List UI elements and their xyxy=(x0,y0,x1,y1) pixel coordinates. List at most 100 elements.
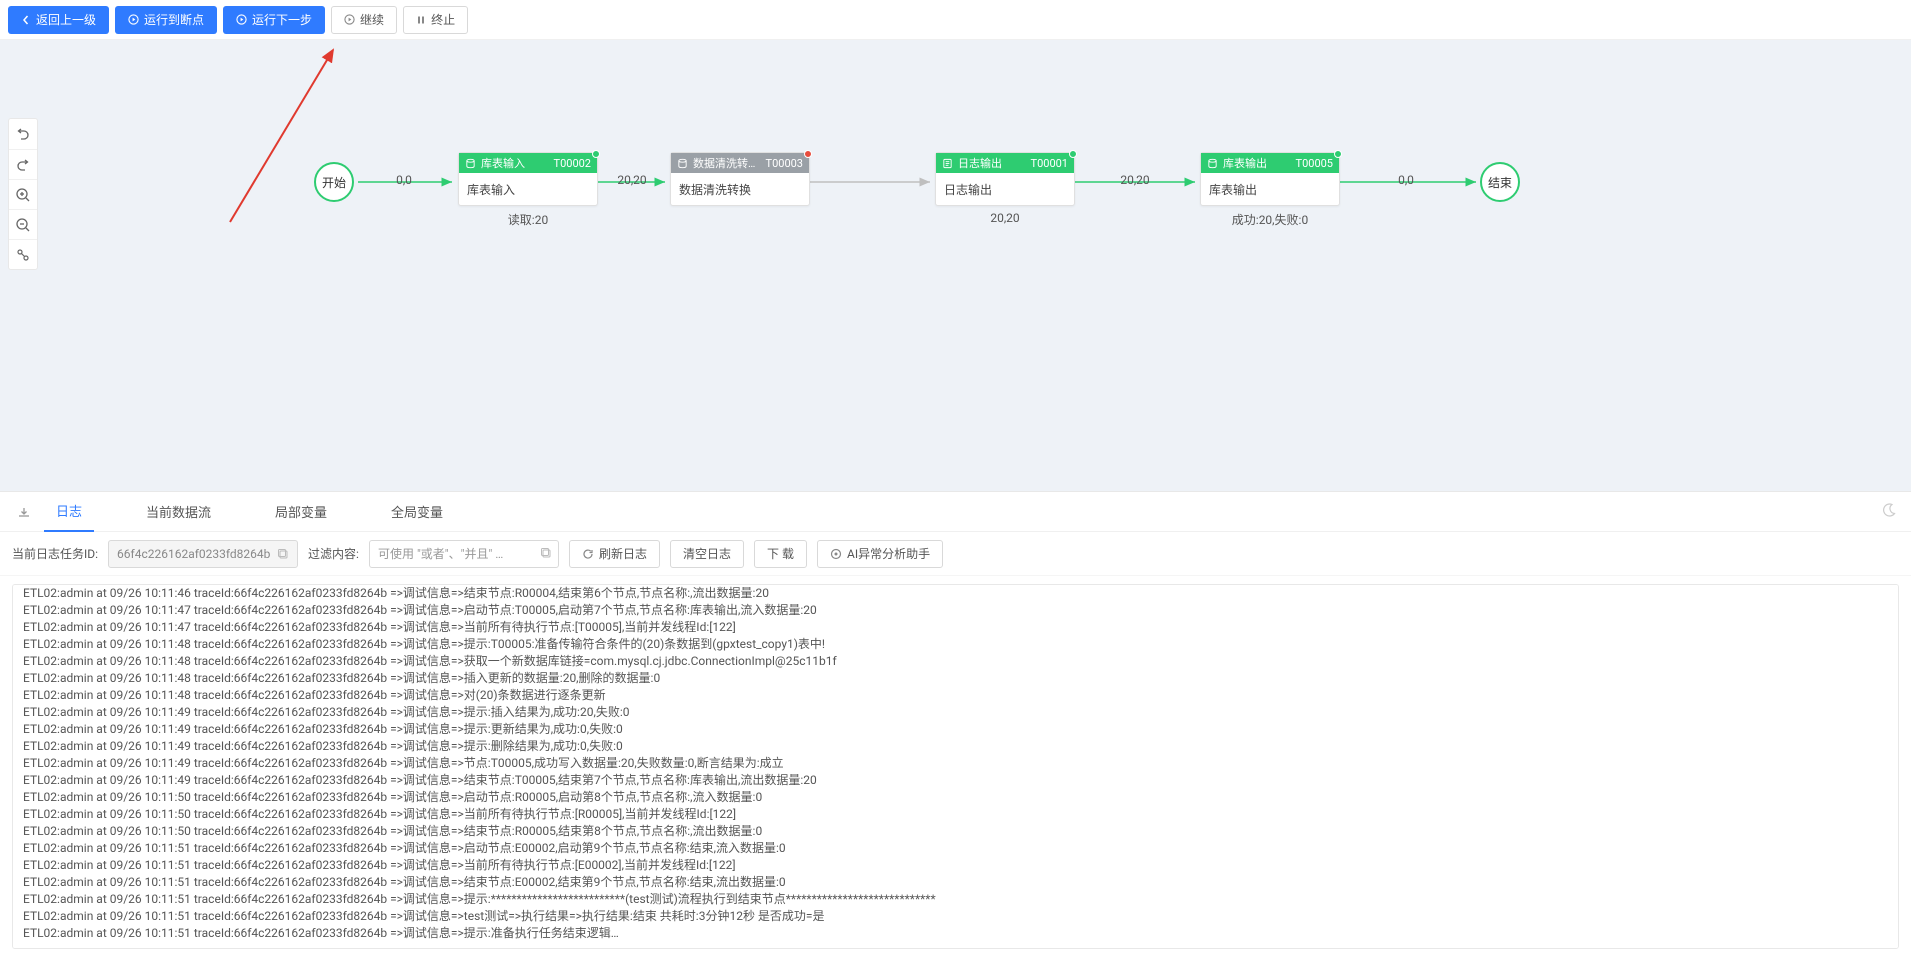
log-line: ETL02:admin at 09/26 10:11:48 traceId:66… xyxy=(23,670,1888,687)
log-line: ETL02:admin at 09/26 10:11:51 traceId:66… xyxy=(23,857,1888,874)
log-line: ETL02:admin at 09/26 10:11:49 traceId:66… xyxy=(23,755,1888,772)
toolbar: 返回上一级 运行到断点 运行下一步 继续 终止 xyxy=(0,0,1911,40)
bottom-panel: 日志当前数据流局部变量全局变量 当前日志任务ID: 66f4c226162af0… xyxy=(0,491,1911,961)
refresh-icon xyxy=(582,548,594,560)
filter-input[interactable]: 可使用 "或者"、"并且" … xyxy=(369,540,559,568)
download-log-button[interactable]: 下 载 xyxy=(754,540,807,568)
play-circle-icon xyxy=(344,14,355,25)
log-line: ETL02:admin at 09/26 10:11:47 traceId:66… xyxy=(23,619,1888,636)
process-node-2[interactable]: 日志输出T00001日志输出20,20 xyxy=(935,152,1075,206)
ai-icon xyxy=(830,548,842,560)
continue-button[interactable]: 继续 xyxy=(331,6,397,34)
filter-placeholder: 可使用 "或者"、"并且" … xyxy=(378,545,503,562)
log-line: ETL02:admin at 09/26 10:11:51 traceId:66… xyxy=(23,874,1888,891)
back-label: 返回上一级 xyxy=(36,11,96,28)
run-to-breakpoint-label: 运行到断点 xyxy=(144,11,204,28)
stop-label: 终止 xyxy=(431,11,455,28)
tab-3[interactable]: 全局变量 xyxy=(379,492,455,532)
node-code: T00003 xyxy=(766,157,803,170)
node-type-icon xyxy=(465,158,476,169)
task-id-label: 当前日志任务ID: xyxy=(12,545,98,562)
start-node[interactable]: 开始 xyxy=(314,162,354,202)
node-header: 库表输出T00005 xyxy=(1201,153,1339,173)
log-line: ETL02:admin at 09/26 10:11:49 traceId:66… xyxy=(23,738,1888,755)
copy-icon[interactable] xyxy=(540,547,552,559)
status-dot-icon xyxy=(804,150,812,158)
run-to-breakpoint-button[interactable]: 运行到断点 xyxy=(115,6,217,34)
process-node-0[interactable]: 库表输入T00002库表输入读取:20 xyxy=(458,152,598,206)
node-footer: 读取:20 xyxy=(459,211,597,228)
process-node-3[interactable]: 库表输出T00005库表输出成功:20,失败:0 xyxy=(1200,152,1340,206)
log-line: ETL02:admin at 09/26 10:11:46 traceId:66… xyxy=(23,585,1888,602)
log-line: ETL02:admin at 09/26 10:11:48 traceId:66… xyxy=(23,687,1888,704)
log-line: ETL02:admin at 09/26 10:11:50 traceId:66… xyxy=(23,823,1888,840)
pause-icon xyxy=(416,15,426,25)
collapse-panel-icon[interactable] xyxy=(12,500,36,524)
node-header: 库表输入 T00002 xyxy=(459,153,597,173)
ai-label: AI异常分析助手 xyxy=(847,545,930,562)
edge-label: 0,0 xyxy=(1398,173,1414,187)
theme-toggle-icon[interactable] xyxy=(1881,502,1897,521)
end-label: 结束 xyxy=(1488,174,1512,191)
refresh-label: 刷新日志 xyxy=(599,545,647,562)
log-line: ETL02:admin at 09/26 10:11:48 traceId:66… xyxy=(23,636,1888,653)
play-circle-icon xyxy=(128,14,139,25)
node-type-icon xyxy=(942,158,953,169)
end-node[interactable]: 结束 xyxy=(1480,162,1520,202)
log-line: ETL02:admin at 09/26 10:11:50 traceId:66… xyxy=(23,789,1888,806)
log-line: ETL02:admin at 09/26 10:11:51 traceId:66… xyxy=(23,891,1888,908)
log-output[interactable]: ETL02:admin at 09/26 10:11:46 traceId:66… xyxy=(12,584,1899,949)
stop-button[interactable]: 终止 xyxy=(403,6,468,34)
edge-label: 20,20 xyxy=(617,173,646,187)
node-footer: 成功:20,失败:0 xyxy=(1201,211,1339,228)
clear-log-button[interactable]: 清空日志 xyxy=(670,540,744,568)
tab-1[interactable]: 当前数据流 xyxy=(134,492,223,532)
node-body: 日志输出 xyxy=(936,173,1074,205)
clear-label: 清空日志 xyxy=(683,545,731,562)
download-label: 下 载 xyxy=(767,545,794,562)
node-header: 日志输出 T00001 xyxy=(936,153,1074,173)
continue-label: 继续 xyxy=(360,11,384,28)
refresh-log-button[interactable]: 刷新日志 xyxy=(569,540,660,568)
play-circle-icon xyxy=(236,14,247,25)
node-title: 日志输出 xyxy=(958,155,1026,171)
log-line: ETL02:admin at 09/26 10:11:48 traceId:66… xyxy=(23,653,1888,670)
task-id-input[interactable]: 66f4c226162af0233fd8264b xyxy=(108,540,298,568)
status-dot-icon xyxy=(1069,150,1077,158)
status-dot-icon xyxy=(1334,150,1342,158)
tab-2[interactable]: 局部变量 xyxy=(263,492,339,532)
flow-canvas[interactable]: 开始 结束 0,0 20,20 20,20 0,0 库表输入T00002库表输入… xyxy=(0,40,1911,491)
log-line: ETL02:admin at 09/26 10:11:47 traceId:66… xyxy=(23,602,1888,619)
node-code: T00002 xyxy=(554,157,591,170)
status-dot-icon xyxy=(592,150,600,158)
node-code: T00001 xyxy=(1031,157,1068,170)
process-node-1[interactable]: 数据清洗转… T00003 数据清洗转换 xyxy=(670,152,810,206)
log-line: ETL02:admin at 09/26 10:11:49 traceId:66… xyxy=(23,772,1888,789)
log-filter-row: 当前日志任务ID: 66f4c226162af0233fd8264b 过滤内容:… xyxy=(0,532,1911,576)
node-header: 数据清洗转… T00003 xyxy=(671,153,809,173)
node-code: T00005 xyxy=(1296,157,1333,170)
ai-analysis-button[interactable]: AI异常分析助手 xyxy=(817,540,943,568)
flow-edges xyxy=(0,40,1911,491)
run-next-label: 运行下一步 xyxy=(252,11,312,28)
node-title: 数据清洗转… xyxy=(693,155,761,171)
node-type-icon xyxy=(677,158,688,169)
log-line: ETL02:admin at 09/26 10:11:49 traceId:66… xyxy=(23,721,1888,738)
chevron-left-icon xyxy=(21,15,31,25)
task-id-value: 66f4c226162af0233fd8264b xyxy=(117,547,270,561)
node-body: 数据清洗转换 xyxy=(671,173,809,205)
back-button[interactable]: 返回上一级 xyxy=(8,6,109,34)
log-line: ETL02:admin at 09/26 10:11:50 traceId:66… xyxy=(23,806,1888,823)
run-next-button[interactable]: 运行下一步 xyxy=(223,6,325,34)
log-line: ETL02:admin at 09/26 10:11:51 traceId:66… xyxy=(23,925,1888,942)
node-title: 库表输入 xyxy=(481,155,549,171)
node-body: 库表输入 xyxy=(459,173,597,205)
node-footer: 20,20 xyxy=(936,211,1074,225)
log-line: ETL02:admin at 09/26 10:11:51 traceId:66… xyxy=(23,908,1888,925)
tabs: 日志当前数据流局部变量全局变量 xyxy=(0,492,1911,532)
tab-0[interactable]: 日志 xyxy=(44,492,94,532)
filter-label: 过滤内容: xyxy=(308,545,359,562)
edge-label: 20,20 xyxy=(1120,173,1149,187)
copy-icon[interactable] xyxy=(277,548,289,560)
node-type-icon xyxy=(1207,158,1218,169)
